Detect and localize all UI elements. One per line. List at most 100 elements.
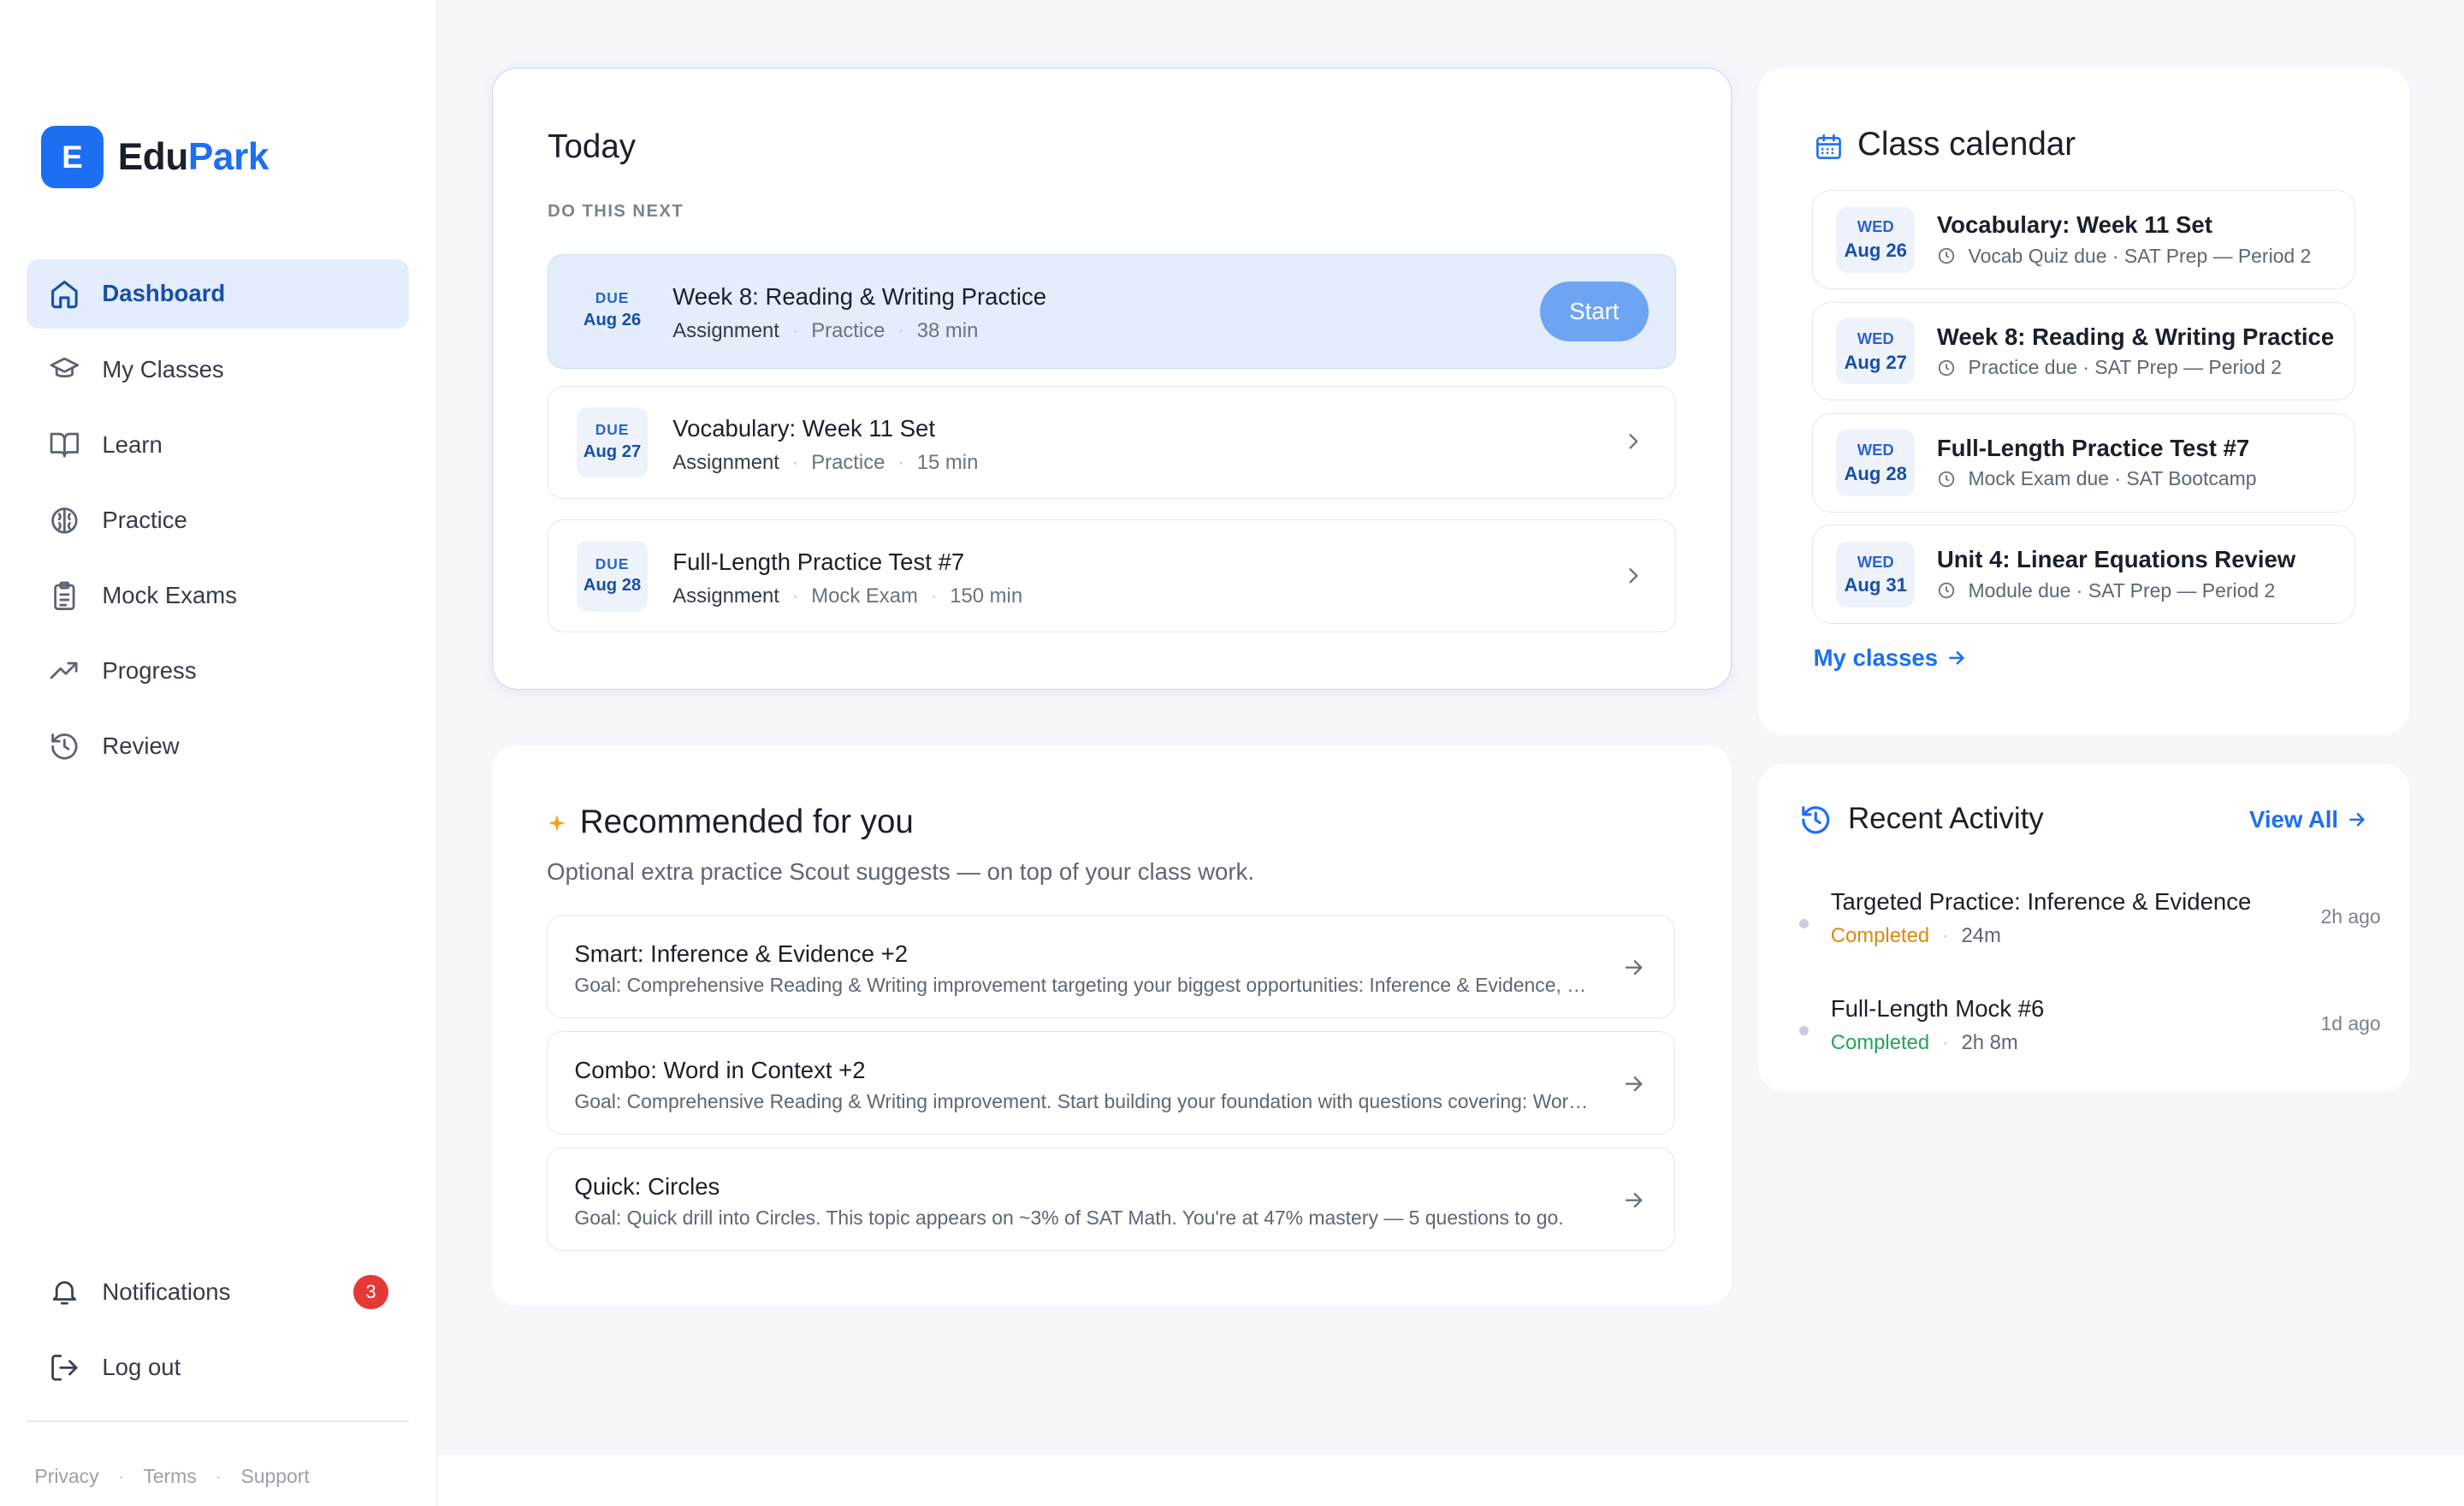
activity-meta: Completed · 2h 8m (1830, 1030, 2018, 1054)
event-title: Vocabulary: Week 11 Set (1936, 211, 2212, 239)
clock-icon (1938, 247, 1955, 264)
sidebar-item-label: Notifications (102, 1278, 231, 1305)
event-date-chip: WED Aug 26 (1836, 206, 1916, 273)
recommendation-desc: Goal: Comprehensive Reading & Writing im… (574, 973, 1599, 996)
trending-up-icon (49, 655, 80, 687)
activity-title: Full-Length Mock #6 (1830, 994, 2045, 1022)
sidebar-item-label: Mock Exams (102, 582, 238, 609)
event-date-chip: WED Aug 27 (1836, 318, 1916, 385)
brand-logo[interactable]: E EduPark (40, 125, 270, 189)
privacy-link[interactable]: Privacy (34, 1465, 98, 1488)
recent-activity-title: Recent Activity (1847, 801, 2044, 835)
graduation-cap-icon (49, 353, 80, 385)
calendar-event[interactable]: WED Aug 27 Week 8: Reading & Writing Prac… (1811, 301, 2356, 401)
sidebar-item-progress[interactable]: Progress (27, 637, 408, 706)
footer-links: Privacy · Terms · Support (34, 1465, 309, 1488)
sidebar-item-mock-exams[interactable]: Mock Exams (27, 561, 408, 631)
bell-icon (49, 1276, 80, 1307)
task-card-primary[interactable]: DUE Aug 26 Week 8: Reading & Writing Pra… (548, 253, 1676, 369)
sidebar-item-learn[interactable]: Learn (27, 410, 408, 479)
arrow-right-icon (1625, 1076, 1642, 1092)
task-card[interactable]: DUE Aug 28 Full-Length Practice Test #7 … (548, 519, 1676, 633)
event-date-chip: WED Aug 28 (1836, 430, 1916, 496)
book-open-icon (49, 429, 80, 460)
sidebar-item-dashboard[interactable]: Dashboard (27, 259, 409, 329)
task-meta: Assignment · Practice · 38 min (672, 319, 979, 342)
recommendation-title: Smart: Inference & Evidence +2 (574, 940, 909, 968)
activity-time: 1d ago (2320, 1011, 2381, 1035)
activity-time: 2h ago (2320, 904, 2381, 928)
chevron-right-icon (1628, 567, 1638, 584)
sidebar-item-label: Practice (102, 506, 187, 533)
activity-item[interactable]: Full-Length Mock #6 Completed · 2h 8m 1d … (1799, 995, 2381, 1058)
event-title: Full-Length Practice Test #7 (1936, 434, 2250, 461)
do-this-next-label: DO THIS NEXT (548, 202, 684, 222)
calendar-event[interactable]: WED Aug 31 Unit 4: Linear Equations Revie… (1811, 525, 2356, 625)
sidebar-item-practice[interactable]: Practice (27, 486, 408, 555)
brain-icon (49, 505, 80, 537)
due-date-chip: DUE Aug 27 (577, 406, 648, 478)
task-meta: Assignment · Practice · 15 min (672, 451, 979, 475)
recommendation-item[interactable]: Combo: Word in Context +2 Goal: Comprehe… (547, 1030, 1675, 1135)
event-meta: Practice due · SAT Prep — Period 2 (1937, 356, 2282, 379)
sidebar-item-label: Dashboard (102, 280, 226, 307)
sidebar: E EduPark Dashboard My Classes Learn Pra… (0, 0, 437, 1506)
event-title: Week 8: Reading & Writing Practice (1936, 323, 2335, 350)
recommendation-item[interactable]: Smart: Inference & Evidence +2 Goal: Com… (547, 914, 1675, 1019)
activity-bullet (1799, 919, 1810, 929)
clock-icon (1938, 359, 1955, 376)
recommended-subtitle: Optional extra practice Scout suggests —… (547, 857, 1254, 885)
notification-count-badge: 3 (353, 1274, 388, 1309)
sidebar-divider (27, 1420, 409, 1423)
arrow-right-icon (1625, 1192, 1642, 1207)
today-card: Today DO THIS NEXT DUE Aug 26 Week 8: Re… (491, 67, 1732, 691)
event-meta: Vocab Quiz due · SAT Prep — Period 2 (1937, 245, 2311, 268)
sidebar-item-notifications[interactable]: Notifications 3 (27, 1257, 408, 1326)
task-title: Full-Length Practice Test #7 (672, 548, 965, 576)
support-link[interactable]: Support (240, 1465, 309, 1488)
sidebar-item-my-classes[interactable]: My Classes (27, 335, 408, 404)
clock-icon (1938, 471, 1955, 488)
event-meta: Mock Exam due · SAT Bootcamp (1937, 467, 2257, 490)
sidebar-item-label: Log out (102, 1353, 181, 1380)
calendar-event[interactable]: WED Aug 28 Full-Length Practice Test #7 M… (1811, 413, 2356, 513)
recent-activity-card: Recent Activity View All Targeted Practi… (1758, 763, 2409, 1091)
recommendation-desc: Goal: Quick drill into Circles. This top… (574, 1206, 1564, 1229)
task-title: Week 8: Reading & Writing Practice (672, 282, 1047, 310)
clipboard-icon (49, 580, 80, 612)
logout-button[interactable]: Log out (27, 1333, 408, 1402)
activity-item[interactable]: Targeted Practice: Inference & Evidence … (1799, 888, 2381, 951)
history-icon (49, 731, 80, 762)
sidebar-item-review[interactable]: Review (27, 712, 408, 781)
recommended-title: Recommended for you (579, 803, 914, 840)
class-calendar-card: Class calendar WED Aug 26 Vocabulary: Wee… (1758, 67, 2409, 734)
calendar-event[interactable]: WED Aug 26 Vocabulary: Week 11 Set Vocab … (1811, 190, 2356, 289)
status-label: Completed (1830, 923, 1930, 947)
sidebar-item-label: Progress (102, 657, 197, 685)
chevron-right-icon (1628, 434, 1638, 449)
logo-text: EduPark (117, 135, 270, 178)
home-icon (49, 278, 80, 310)
activity-bullet (1799, 1026, 1810, 1036)
event-title: Unit 4: Linear Equations Review (1936, 546, 2296, 573)
recommendation-title: Combo: Word in Context +2 (574, 1057, 866, 1084)
arrow-right-icon (1625, 959, 1642, 975)
recommendation-item[interactable]: Quick: Circles Goal: Quick drill into Ci… (547, 1147, 1675, 1252)
terms-link[interactable]: Terms (143, 1465, 196, 1488)
sidebar-item-label: My Classes (102, 355, 224, 382)
clock-icon (1938, 583, 1955, 599)
sidebar-nav: Dashboard My Classes Learn Practice Mock… (27, 259, 409, 787)
activity-title: Targeted Practice: Inference & Evidence (1830, 887, 2252, 915)
logo-mark: E (40, 125, 104, 189)
my-classes-link[interactable]: My classes (1814, 644, 1968, 672)
today-title: Today (548, 127, 637, 165)
start-button[interactable]: Start (1539, 281, 1649, 341)
recommended-card: Recommended for you Optional extra pract… (491, 744, 1732, 1307)
event-meta: Module due · SAT Prep — Period 2 (1937, 579, 2275, 602)
main-footer-strip (438, 1455, 2464, 1506)
recommendation-desc: Goal: Comprehensive Reading & Writing im… (574, 1089, 1599, 1112)
history-icon (1802, 805, 1830, 833)
due-date-chip: DUE Aug 26 (583, 289, 642, 329)
task-card[interactable]: DUE Aug 27 Vocabulary: Week 11 Set Assig… (548, 385, 1676, 500)
view-all-link[interactable]: View All (2249, 806, 2368, 833)
